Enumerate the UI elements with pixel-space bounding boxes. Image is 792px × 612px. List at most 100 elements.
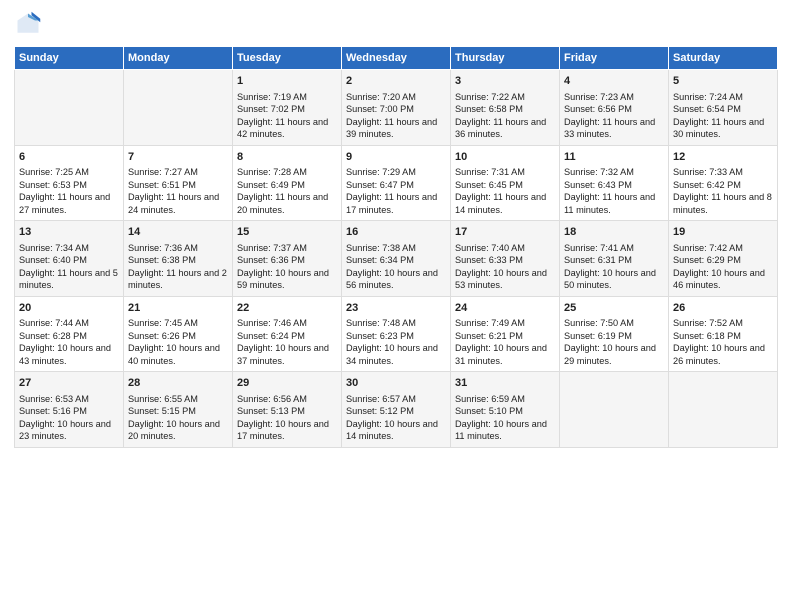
- calendar-cell: 30 Sunrise: 6:57 AM Sunset: 5:12 PM Dayl…: [342, 372, 451, 448]
- cell-daylight: Daylight: 10 hours and 56 minutes.: [346, 267, 446, 292]
- day-header: Saturday: [669, 47, 778, 70]
- cell-date: 22: [237, 301, 337, 316]
- cell-daylight: Daylight: 10 hours and 26 minutes.: [673, 342, 773, 367]
- cell-date: 5: [673, 74, 773, 89]
- cell-sunset: Sunset: 6:34 PM: [346, 254, 446, 266]
- cell-sunrise: Sunrise: 7:24 AM: [673, 91, 773, 103]
- calendar-cell: 5 Sunrise: 7:24 AM Sunset: 6:54 PM Dayli…: [669, 70, 778, 146]
- cell-date: 16: [346, 225, 446, 240]
- calendar-cell: [124, 70, 233, 146]
- cell-date: 10: [455, 150, 555, 165]
- cell-date: 15: [237, 225, 337, 240]
- cell-sunset: Sunset: 6:31 PM: [564, 254, 664, 266]
- calendar-cell: 24 Sunrise: 7:49 AM Sunset: 6:21 PM Dayl…: [451, 296, 560, 372]
- cell-sunset: Sunset: 6:18 PM: [673, 330, 773, 342]
- cell-daylight: Daylight: 10 hours and 23 minutes.: [19, 418, 119, 443]
- cell-date: 25: [564, 301, 664, 316]
- cell-sunset: Sunset: 6:29 PM: [673, 254, 773, 266]
- cell-daylight: Daylight: 10 hours and 17 minutes.: [237, 418, 337, 443]
- cell-date: 27: [19, 376, 119, 391]
- cell-daylight: Daylight: 10 hours and 53 minutes.: [455, 267, 555, 292]
- cell-sunrise: Sunrise: 7:37 AM: [237, 242, 337, 254]
- cell-sunrise: Sunrise: 6:59 AM: [455, 393, 555, 405]
- cell-sunrise: Sunrise: 7:44 AM: [19, 317, 119, 329]
- calendar-cell: 19 Sunrise: 7:42 AM Sunset: 6:29 PM Dayl…: [669, 221, 778, 297]
- cell-date: 23: [346, 301, 446, 316]
- header-row: SundayMondayTuesdayWednesdayThursdayFrid…: [15, 47, 778, 70]
- cell-date: 1: [237, 74, 337, 89]
- day-header: Tuesday: [233, 47, 342, 70]
- calendar-cell: 12 Sunrise: 7:33 AM Sunset: 6:42 PM Dayl…: [669, 145, 778, 221]
- cell-date: 14: [128, 225, 228, 240]
- calendar-cell: 14 Sunrise: 7:36 AM Sunset: 6:38 PM Dayl…: [124, 221, 233, 297]
- calendar-cell: 16 Sunrise: 7:38 AM Sunset: 6:34 PM Dayl…: [342, 221, 451, 297]
- cell-sunset: Sunset: 6:47 PM: [346, 179, 446, 191]
- cell-sunset: Sunset: 6:45 PM: [455, 179, 555, 191]
- cell-sunset: Sunset: 6:23 PM: [346, 330, 446, 342]
- cell-daylight: Daylight: 11 hours and 5 minutes.: [19, 267, 119, 292]
- cell-date: 8: [237, 150, 337, 165]
- calendar-cell: 27 Sunrise: 6:53 AM Sunset: 5:16 PM Dayl…: [15, 372, 124, 448]
- calendar-cell: 6 Sunrise: 7:25 AM Sunset: 6:53 PM Dayli…: [15, 145, 124, 221]
- cell-date: 20: [19, 301, 119, 316]
- cell-daylight: Daylight: 11 hours and 24 minutes.: [128, 191, 228, 216]
- cell-sunrise: Sunrise: 7:46 AM: [237, 317, 337, 329]
- cell-date: 19: [673, 225, 773, 240]
- cell-sunrise: Sunrise: 6:57 AM: [346, 393, 446, 405]
- logo: [14, 10, 46, 38]
- cell-sunset: Sunset: 6:36 PM: [237, 254, 337, 266]
- cell-date: 7: [128, 150, 228, 165]
- cell-sunset: Sunset: 6:40 PM: [19, 254, 119, 266]
- cell-date: 24: [455, 301, 555, 316]
- calendar-cell: 1 Sunrise: 7:19 AM Sunset: 7:02 PM Dayli…: [233, 70, 342, 146]
- cell-date: 31: [455, 376, 555, 391]
- cell-date: 13: [19, 225, 119, 240]
- cell-date: 26: [673, 301, 773, 316]
- cell-sunrise: Sunrise: 7:45 AM: [128, 317, 228, 329]
- cell-date: 21: [128, 301, 228, 316]
- day-header: Sunday: [15, 47, 124, 70]
- cell-sunrise: Sunrise: 7:20 AM: [346, 91, 446, 103]
- cell-sunset: Sunset: 6:54 PM: [673, 103, 773, 115]
- cell-daylight: Daylight: 10 hours and 46 minutes.: [673, 267, 773, 292]
- calendar-cell: 31 Sunrise: 6:59 AM Sunset: 5:10 PM Dayl…: [451, 372, 560, 448]
- cell-sunrise: Sunrise: 7:32 AM: [564, 166, 664, 178]
- calendar-cell: 18 Sunrise: 7:41 AM Sunset: 6:31 PM Dayl…: [560, 221, 669, 297]
- cell-sunset: Sunset: 5:16 PM: [19, 405, 119, 417]
- cell-sunset: Sunset: 6:51 PM: [128, 179, 228, 191]
- cell-date: 4: [564, 74, 664, 89]
- cell-sunset: Sunset: 6:58 PM: [455, 103, 555, 115]
- cell-sunrise: Sunrise: 6:53 AM: [19, 393, 119, 405]
- cell-daylight: Daylight: 10 hours and 59 minutes.: [237, 267, 337, 292]
- cell-sunrise: Sunrise: 7:29 AM: [346, 166, 446, 178]
- cell-date: 17: [455, 225, 555, 240]
- cell-sunrise: Sunrise: 7:52 AM: [673, 317, 773, 329]
- page: SundayMondayTuesdayWednesdayThursdayFrid…: [0, 0, 792, 612]
- calendar-cell: 8 Sunrise: 7:28 AM Sunset: 6:49 PM Dayli…: [233, 145, 342, 221]
- cell-daylight: Daylight: 10 hours and 14 minutes.: [346, 418, 446, 443]
- cell-date: 11: [564, 150, 664, 165]
- day-header: Monday: [124, 47, 233, 70]
- logo-icon: [14, 10, 42, 38]
- cell-sunrise: Sunrise: 6:55 AM: [128, 393, 228, 405]
- cell-sunset: Sunset: 6:33 PM: [455, 254, 555, 266]
- cell-sunset: Sunset: 6:28 PM: [19, 330, 119, 342]
- calendar-week-row: 13 Sunrise: 7:34 AM Sunset: 6:40 PM Dayl…: [15, 221, 778, 297]
- day-header: Friday: [560, 47, 669, 70]
- cell-date: 3: [455, 74, 555, 89]
- calendar-cell: 21 Sunrise: 7:45 AM Sunset: 6:26 PM Dayl…: [124, 296, 233, 372]
- calendar-cell: [560, 372, 669, 448]
- cell-daylight: Daylight: 10 hours and 37 minutes.: [237, 342, 337, 367]
- cell-daylight: Daylight: 11 hours and 2 minutes.: [128, 267, 228, 292]
- calendar-cell: 20 Sunrise: 7:44 AM Sunset: 6:28 PM Dayl…: [15, 296, 124, 372]
- calendar-cell: 9 Sunrise: 7:29 AM Sunset: 6:47 PM Dayli…: [342, 145, 451, 221]
- cell-daylight: Daylight: 11 hours and 33 minutes.: [564, 116, 664, 141]
- calendar-cell: 4 Sunrise: 7:23 AM Sunset: 6:56 PM Dayli…: [560, 70, 669, 146]
- day-header: Wednesday: [342, 47, 451, 70]
- cell-daylight: Daylight: 11 hours and 14 minutes.: [455, 191, 555, 216]
- cell-sunrise: Sunrise: 7:28 AM: [237, 166, 337, 178]
- cell-daylight: Daylight: 11 hours and 36 minutes.: [455, 116, 555, 141]
- cell-date: 12: [673, 150, 773, 165]
- calendar-cell: 13 Sunrise: 7:34 AM Sunset: 6:40 PM Dayl…: [15, 221, 124, 297]
- cell-sunrise: Sunrise: 7:38 AM: [346, 242, 446, 254]
